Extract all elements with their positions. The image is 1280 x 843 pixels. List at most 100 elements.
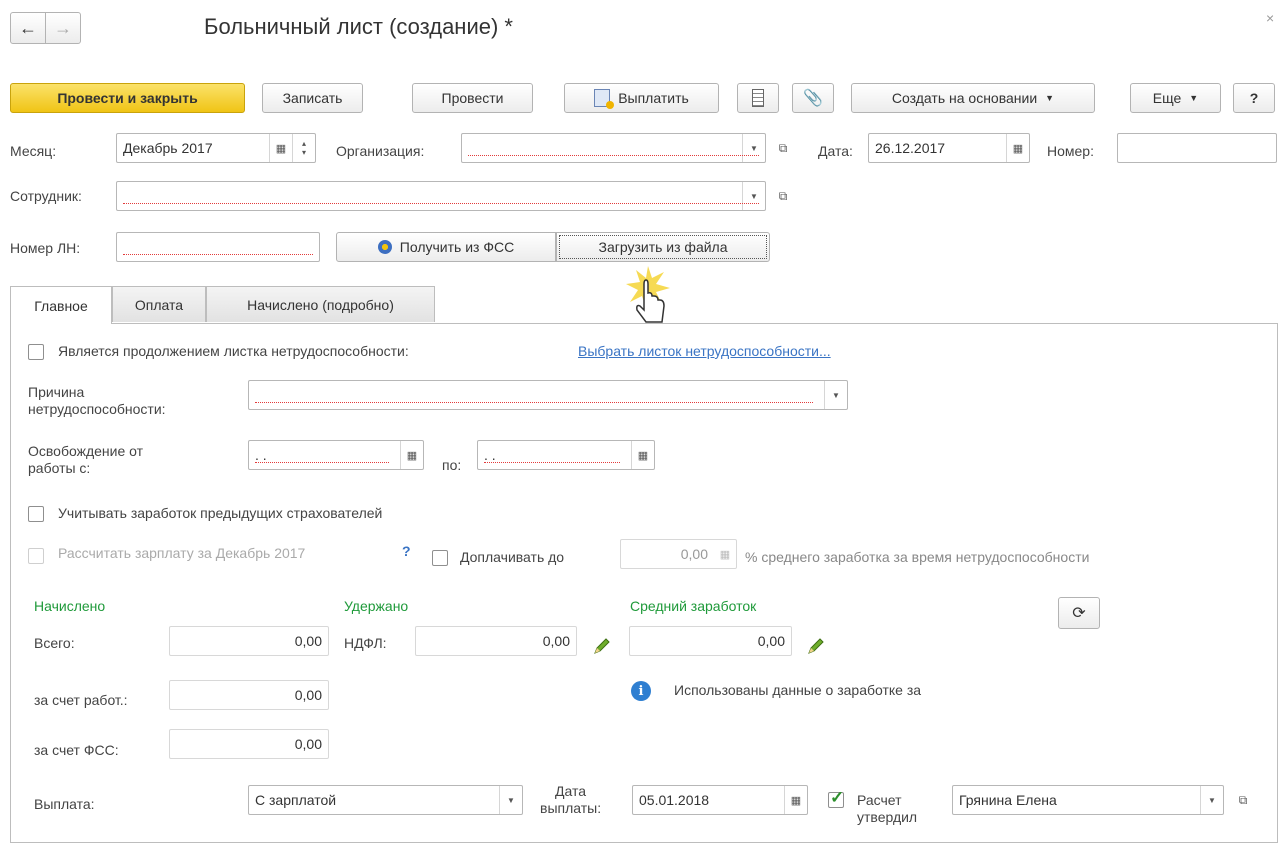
month-field[interactable]: Декабрь 2017 ▦ ▴ ▾ [116,133,316,163]
chevron-down-icon[interactable]: ▼ [825,391,847,400]
chevron-down-icon[interactable]: ▼ [500,796,522,805]
continuation-checkbox[interactable] [28,344,44,360]
create-based-label: Создать на основании [891,90,1038,106]
total-value: 0,00 [294,633,322,649]
avg-header: Средний заработок [630,598,757,614]
calc-help-icon[interactable]: ? [402,543,411,559]
info-icon: i [631,681,651,701]
continuation-label: Является продолжением листка нетрудоспос… [58,343,409,359]
organization-field[interactable]: ▼ [461,133,766,163]
load-from-file-button[interactable]: Загрузить из файла [556,232,770,262]
calendar-icon[interactable]: ▦ [1007,142,1029,155]
number-field[interactable] [1117,133,1277,163]
avg-earnings-field: 0,00 [629,626,792,656]
calc-salary-label: Рассчитать зарплату за Декабрь 2017 [58,545,306,561]
release-to-field[interactable]: . . ▦ [477,440,655,470]
pay-button[interactable]: Выплатить [564,83,719,113]
document-pay-icon [594,89,615,109]
more-button[interactable]: Еще ▼ [1130,83,1221,113]
approver-value: Грянина Елена [959,792,1057,808]
pencil-icon[interactable] [592,636,612,656]
avg-value: 0,00 [757,633,785,649]
tab-main[interactable]: Главное [10,286,112,324]
chevron-down-icon[interactable]: ▼ [743,192,765,201]
click-cursor-icon [624,262,674,328]
more-label: Еще [1152,90,1182,106]
refresh-button[interactable]: ⟳ [1058,597,1100,629]
calc-salary-checkbox[interactable] [28,548,44,564]
payment-value: С зарплатой [255,792,337,808]
date-label: Дата: [818,143,853,159]
list-icon [752,89,764,107]
employee-label: Сотрудник: [10,188,82,204]
pay-date-value: 05.01.2018 [639,792,710,808]
pencil-icon[interactable] [806,636,826,656]
close-icon[interactable]: × [1266,10,1274,26]
chevron-down-icon: ▼ [1045,93,1055,103]
create-based-button[interactable]: Создать на основании ▼ [851,83,1095,113]
open-icon[interactable]: ⧉ [1232,785,1254,815]
attach-button[interactable]: 📎 [792,83,834,113]
reason-field[interactable]: ▼ [248,380,848,410]
fss-label: за счет ФСС: [34,742,119,758]
employee-field[interactable]: ▼ [116,181,766,211]
consider-prev-checkbox[interactable] [28,506,44,522]
get-from-fss-button[interactable]: Получить из ФСС [336,232,556,262]
back-button[interactable]: ← [10,12,46,44]
tab-accrued-detail[interactable]: Начислено (подробно) [206,286,435,322]
ln-number-field[interactable] [116,232,320,262]
consider-prev-label: Учитывать заработок предыдущих страховат… [58,505,383,521]
total-field: 0,00 [169,626,329,656]
release-from-value: . . [255,447,267,463]
approved-label: Расчет утвердил [857,792,918,825]
calculator-icon[interactable]: ▦ [714,548,736,561]
report-button[interactable] [737,83,779,113]
release-from-field[interactable]: . . ▦ [248,440,424,470]
spinner-icon[interactable]: ▴ ▾ [293,139,315,157]
chevron-down-icon[interactable]: ▼ [1201,796,1223,805]
choose-sheet-link[interactable]: Выбрать листок нетрудоспособности... [578,343,831,359]
organization-label: Организация: [336,143,425,159]
payment-label: Выплата: [34,796,95,812]
ln-number-label: Номер ЛН: [10,240,81,256]
avg-earnings-text: % среднего заработка за время нетрудоспо… [745,549,1090,565]
tab-payment[interactable]: Оплата [112,286,206,322]
payment-field[interactable]: С зарплатой ▼ [248,785,523,815]
post-button[interactable]: Провести [412,83,533,113]
pay-button-label: Выплатить [618,90,689,106]
number-label: Номер: [1047,143,1094,159]
surcharge-value: 0,00 [680,546,708,562]
open-icon[interactable]: ⧉ [772,133,794,163]
to-label: по: [442,457,462,473]
calendar-icon[interactable]: ▦ [270,142,292,155]
surcharge-field[interactable]: 0,00 ▦ [620,539,737,569]
checkmark-icon: ✓ [830,788,845,807]
help-button[interactable]: ? [1233,83,1275,113]
employer-label: за счет работ.: [34,692,128,708]
ndfl-label: НДФЛ: [344,635,387,651]
reason-label: Причина нетрудоспособности: [28,384,166,417]
calendar-icon[interactable]: ▦ [401,449,423,462]
calendar-icon[interactable]: ▦ [632,449,654,462]
total-label: Всего: [34,635,75,651]
paperclip-icon: 📎 [803,90,823,107]
approver-field[interactable]: Грянина Елена ▼ [952,785,1224,815]
calendar-icon[interactable]: ▦ [785,794,807,807]
pay-date-label: Дата выплаты: [540,783,602,816]
forward-button[interactable]: → [45,12,81,44]
post-and-close-button[interactable]: Провести и закрыть [10,83,245,113]
pay-date-field[interactable]: 05.01.2018 ▦ [632,785,808,815]
fss-value: 0,00 [294,736,322,752]
approved-checkbox[interactable]: ✓ [828,788,844,808]
open-icon[interactable]: ⧉ [772,181,794,211]
employer-field: 0,00 [169,680,329,710]
chevron-down-icon: ▼ [1189,93,1199,103]
surcharge-checkbox[interactable] [432,550,448,566]
arrow-left-icon: ← [19,17,37,38]
arrow-right-icon: → [54,17,72,38]
chevron-down-icon[interactable]: ▼ [743,144,765,153]
fss-icon [377,240,392,254]
date-field[interactable]: 26.12.2017 ▦ [868,133,1030,163]
save-button[interactable]: Записать [262,83,363,113]
info-text: Использованы данные о заработке за [674,682,922,698]
